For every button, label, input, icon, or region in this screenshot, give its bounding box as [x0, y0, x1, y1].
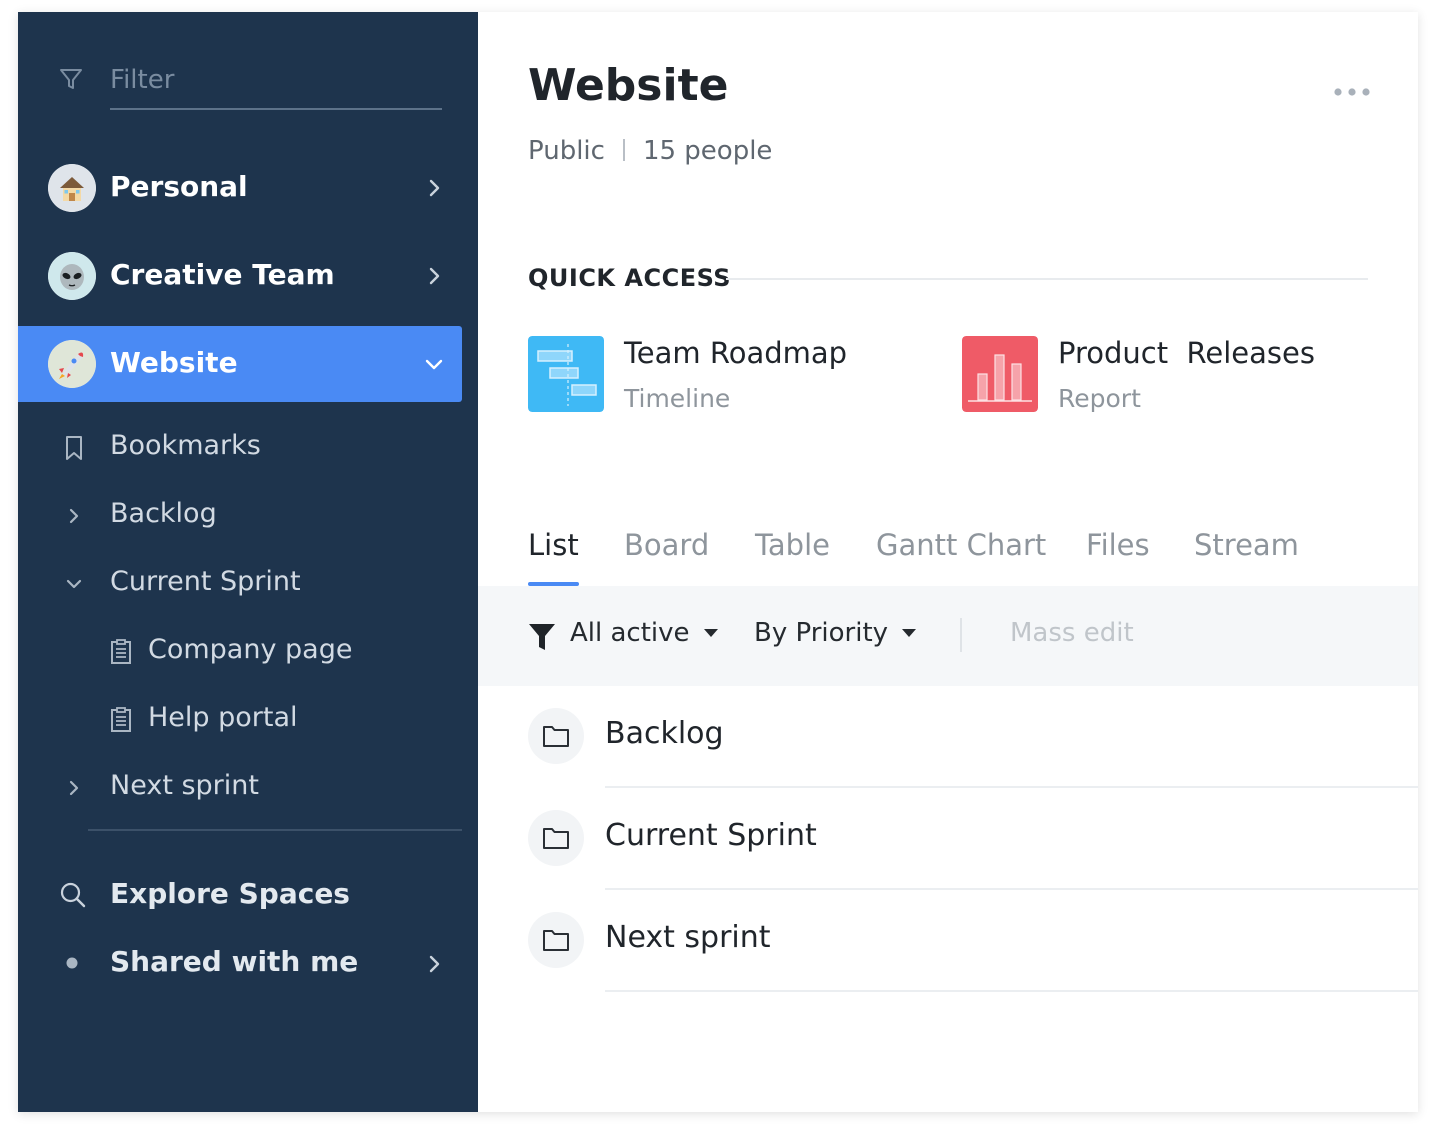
filter-input[interactable] [110, 58, 442, 110]
sidebar-filter [56, 58, 442, 110]
document-icon [111, 639, 131, 664]
folder-row-current-sprint[interactable]: Current Sprint [528, 788, 1418, 890]
folder-icon-badge [528, 810, 584, 866]
chevron-down-icon [66, 579, 82, 589]
tree-item-label: Company page [148, 634, 353, 665]
filter-icon [60, 69, 82, 89]
tree-item-help-portal[interactable]: Help portal [18, 692, 462, 748]
tree-item-next-sprint[interactable]: Next sprint [18, 760, 462, 816]
quick-access-divider [726, 278, 1368, 280]
bookmark-icon [66, 436, 82, 460]
house-emoji-icon [48, 164, 96, 212]
sidebar-divider [88, 829, 462, 831]
tree-item-label: Current Sprint [110, 566, 301, 597]
quick-access-name: Team Roadmap [624, 336, 848, 370]
tree-item-current-sprint[interactable]: Current Sprint [18, 556, 462, 612]
space-meta: Public 15 people [528, 136, 772, 166]
filter-funnel-icon [529, 624, 555, 650]
more-options-icon[interactable] [1332, 78, 1372, 106]
tree-item-bookmarks[interactable]: Bookmarks [18, 420, 462, 476]
space-creative-team[interactable]: Creative Team [18, 238, 462, 314]
document-icon [111, 707, 131, 732]
tree-item-company-page[interactable]: Company page [18, 624, 462, 680]
alien-emoji-icon [48, 252, 96, 300]
folder-row-backlog[interactable]: Backlog [528, 686, 1418, 788]
quick-access-product-releases[interactable]: Product Releases Report [962, 336, 1342, 416]
tree-item-label: Next sprint [110, 770, 259, 801]
chevron-right-icon [69, 780, 79, 796]
filter-dropdown[interactable]: All active [570, 618, 718, 648]
space-label: Personal [110, 170, 248, 203]
rocket-emoji-icon [48, 340, 96, 388]
chevron-right-icon [429, 955, 440, 973]
caret-down-icon [902, 629, 917, 637]
tree-item-label: Backlog [110, 498, 217, 529]
explore-spaces-link[interactable]: Explore Spaces [18, 864, 462, 924]
app-window: Personal Creative Team [18, 12, 1418, 1112]
space-website[interactable]: Website [18, 326, 462, 402]
tree-item-label: Help portal [148, 702, 298, 733]
space-personal[interactable]: Personal [18, 150, 462, 226]
visibility-label: Public [528, 136, 605, 166]
toolbar-separator [960, 618, 962, 652]
chevron-down-icon [425, 359, 443, 370]
sidebar: Personal Creative Team [18, 12, 478, 1112]
folder-row-next-sprint[interactable]: Next sprint [528, 890, 1418, 992]
folder-icon-badge [528, 708, 584, 764]
folder-name: Backlog [605, 716, 724, 751]
people-count[interactable]: 15 people [643, 136, 772, 166]
space-label: Creative Team [110, 258, 335, 291]
row-divider [605, 990, 1418, 992]
quick-access-type: Report [1058, 384, 1141, 413]
chevron-right-icon [429, 267, 440, 285]
tab-board[interactable]: Board [624, 528, 709, 586]
quick-access-heading: QUICK ACCESS [528, 264, 732, 292]
tab-table[interactable]: Table [755, 528, 830, 586]
folder-icon [543, 828, 569, 849]
folder-icon-badge [528, 912, 584, 968]
search-icon [60, 882, 86, 908]
mass-edit-button[interactable]: Mass edit [1010, 618, 1134, 648]
filter-dropdown-label: All active [570, 618, 690, 648]
folder-name: Current Sprint [605, 818, 817, 853]
timeline-icon [528, 336, 604, 412]
dot-icon [66, 957, 78, 969]
folder-name: Next sprint [605, 920, 771, 955]
tab-stream[interactable]: Stream [1194, 528, 1299, 586]
sort-dropdown[interactable]: By Priority [754, 618, 917, 648]
tab-files[interactable]: Files [1086, 528, 1150, 586]
sort-dropdown-label: By Priority [754, 618, 889, 648]
explore-spaces-label: Explore Spaces [110, 877, 350, 910]
quick-access-type: Timeline [624, 384, 731, 413]
meta-separator [622, 139, 625, 161]
space-label: Website [110, 346, 238, 379]
chevron-right-icon [69, 508, 79, 524]
quick-access-name: Product Releases [1058, 336, 1315, 370]
chevron-right-icon [429, 179, 440, 197]
report-chart-icon [962, 336, 1038, 412]
list-toolbar: All active By Priority Mass edit [478, 586, 1418, 686]
shared-with-me-label: Shared with me [110, 945, 359, 978]
quick-access-team-roadmap[interactable]: Team Roadmap Timeline [528, 336, 888, 416]
tree-item-backlog[interactable]: Backlog [18, 488, 462, 544]
main-content: Website Public 15 people QUICK ACCESS Tea… [478, 12, 1418, 1112]
folder-icon [543, 930, 569, 951]
folder-icon [543, 726, 569, 747]
shared-with-me-link[interactable]: Shared with me [18, 932, 462, 992]
page-title: Website [528, 60, 729, 111]
tree-item-label: Bookmarks [110, 430, 261, 461]
caret-down-icon [703, 629, 718, 637]
tab-gantt-chart[interactable]: Gantt Chart [876, 528, 1046, 586]
tab-list[interactable]: List [528, 528, 579, 586]
